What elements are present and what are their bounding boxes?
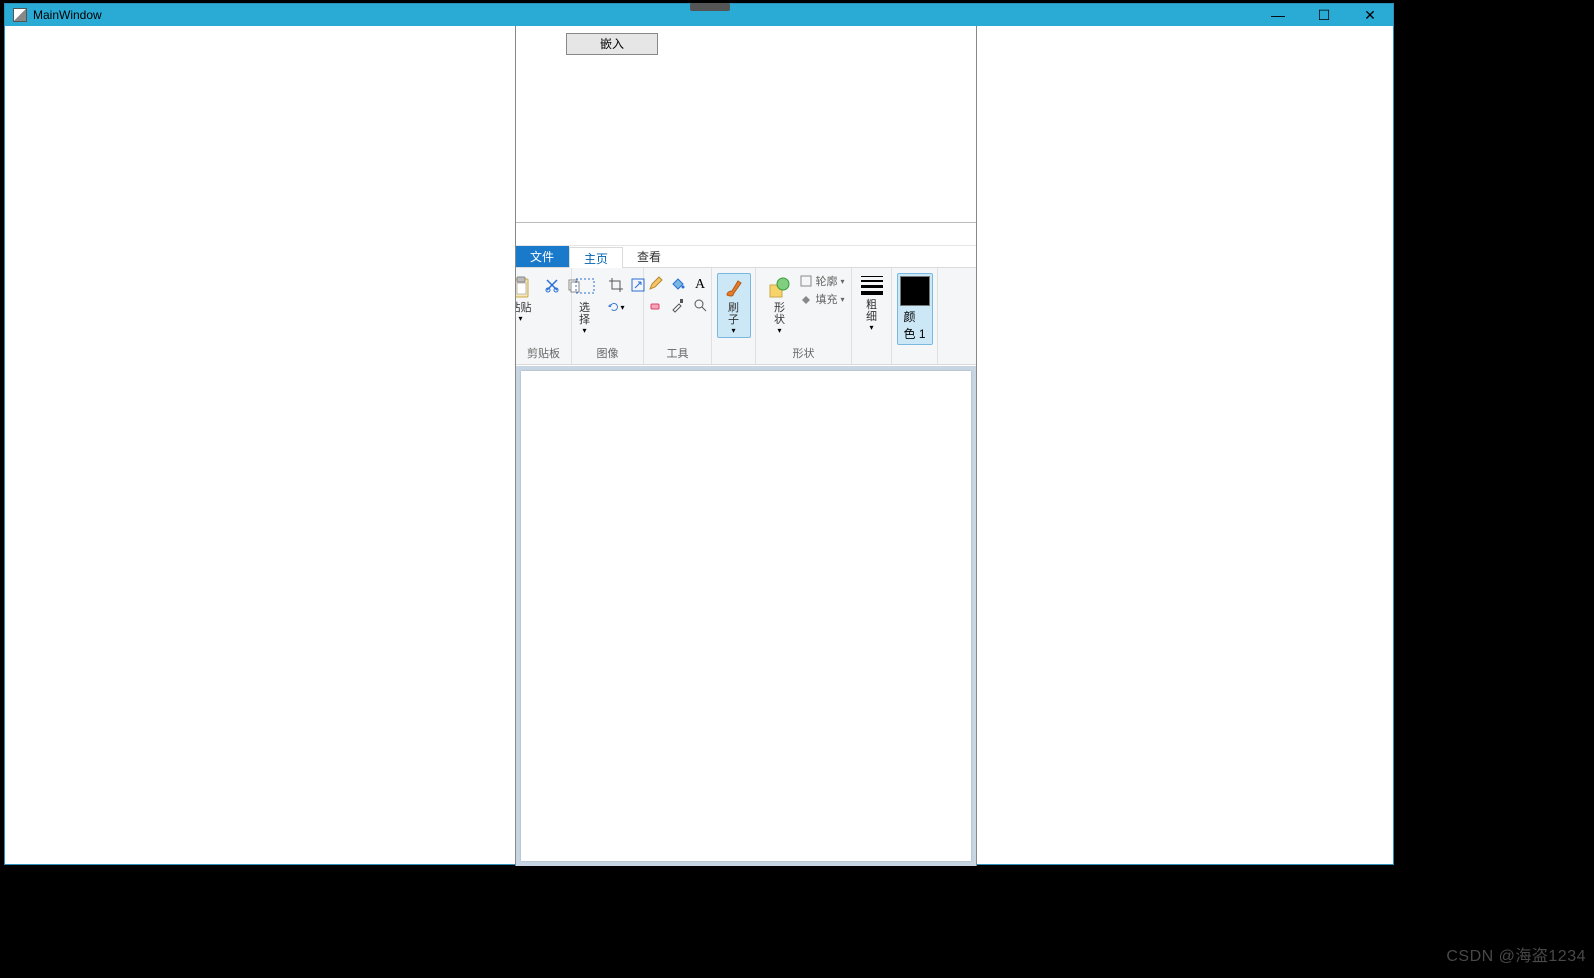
client-area: 嵌入 文件 主页 查看 (5, 26, 1393, 864)
picker-tool[interactable] (668, 295, 688, 315)
window-drag-handle[interactable] (690, 3, 730, 11)
shapes-icon (767, 276, 791, 300)
group-brush: 刷 子 ▾ (712, 268, 756, 364)
fill-button[interactable]: 填充 ▾ (800, 291, 844, 307)
group-thickness-spacer (858, 347, 885, 364)
quick-access-toolbar (516, 223, 976, 246)
select-dropdown-icon: ▾ (582, 326, 586, 335)
thickness-icon (861, 276, 883, 295)
group-clipboard: 粘贴 ▾ 剪贴板 (516, 268, 572, 364)
group-tools-label: 工具 (650, 343, 705, 364)
group-brush-spacer (718, 347, 749, 364)
outline-button[interactable]: 轮廓 ▾ (800, 273, 844, 289)
maximize-button[interactable]: ☐ (1301, 4, 1347, 26)
text-tool[interactable]: A (690, 273, 710, 293)
ribbon-tabs: 文件 主页 查看 (516, 246, 976, 268)
thickness-label: 粗 细 (866, 299, 877, 323)
shapes-button[interactable]: 形 状 ▾ (762, 273, 796, 338)
group-shapes: 形 状 ▾ 轮廓 ▾ (756, 268, 852, 364)
paint-canvas[interactable] (521, 371, 971, 861)
group-shapes-label: 形状 (762, 343, 845, 364)
fill-label: 填充 (815, 291, 837, 307)
paint-window: 文件 主页 查看 粘贴 ▾ (516, 223, 976, 866)
group-thickness: 粗 细 ▾ (852, 268, 892, 364)
paste-button[interactable]: 粘贴 ▾ (516, 273, 538, 326)
brush-label: 刷 子 (728, 302, 739, 326)
eraser-tool[interactable] (646, 295, 666, 315)
window-title: MainWindow (33, 8, 102, 22)
group-color1-spacer (898, 347, 931, 364)
shapes-dropdown-icon: ▾ (777, 326, 781, 335)
fill-tool[interactable] (668, 273, 688, 293)
brush-button[interactable]: 刷 子 ▾ (717, 273, 751, 338)
rotate-button[interactable]: ▾ (606, 297, 626, 317)
cut-button[interactable] (542, 275, 562, 295)
minimize-button[interactable]: — (1255, 4, 1301, 26)
pencil-tool[interactable] (646, 273, 666, 293)
tab-home[interactable]: 主页 (569, 247, 623, 268)
group-image: 选 择 ▾ ▾ 图像 (572, 268, 644, 364)
brush-dropdown-icon: ▾ (731, 326, 735, 335)
group-color1: 颜 色 1 (892, 268, 938, 364)
crop-button[interactable] (606, 275, 626, 295)
embed-button[interactable]: 嵌入 (566, 33, 658, 55)
paste-icon (516, 276, 533, 300)
group-image-label: 图像 (578, 343, 637, 364)
svg-text:A: A (695, 277, 706, 291)
app-icon (13, 8, 27, 22)
color1-swatch (900, 276, 930, 306)
shapes-options: 轮廓 ▾ 填充 ▾ (800, 273, 844, 307)
color1-label: 颜 色 1 (903, 308, 925, 342)
group-clipboard-label: 剪贴板 (522, 343, 565, 364)
thickness-button[interactable]: 粗 细 ▾ (855, 273, 889, 335)
magnifier-tool[interactable] (690, 295, 710, 315)
paste-dropdown-icon: ▾ (518, 314, 522, 323)
group-tools: A 工具 (644, 268, 712, 364)
select-label: 选 择 (579, 302, 590, 326)
fill-icon (800, 293, 812, 305)
thickness-dropdown-icon: ▾ (869, 323, 873, 332)
ribbon: 粘贴 ▾ 剪贴板 (516, 268, 976, 365)
canvas-area (516, 366, 976, 866)
tab-file[interactable]: 文件 (516, 246, 569, 267)
tab-view[interactable]: 查看 (623, 246, 676, 267)
close-button[interactable]: ✕ (1347, 4, 1393, 26)
watermark: CSDN @海盗1234 (1446, 942, 1586, 966)
select-button[interactable]: 选 择 ▾ (568, 273, 602, 338)
main-window: MainWindow — ☐ ✕ 嵌入 文件 主页 查看 (4, 3, 1394, 865)
outline-label: 轮廓 (815, 273, 837, 289)
image-small-buttons: ▾ (606, 275, 648, 317)
shapes-label: 形 状 (774, 302, 785, 326)
top-host-panel: 嵌入 (516, 26, 976, 222)
select-icon (573, 276, 597, 300)
paste-label: 粘贴 (516, 302, 532, 314)
brush-icon (722, 276, 746, 300)
embedded-panel: 嵌入 文件 主页 查看 (515, 26, 977, 866)
tools-grid: A (646, 273, 710, 315)
outline-icon (800, 275, 812, 287)
color1-button[interactable]: 颜 色 1 (897, 273, 933, 345)
